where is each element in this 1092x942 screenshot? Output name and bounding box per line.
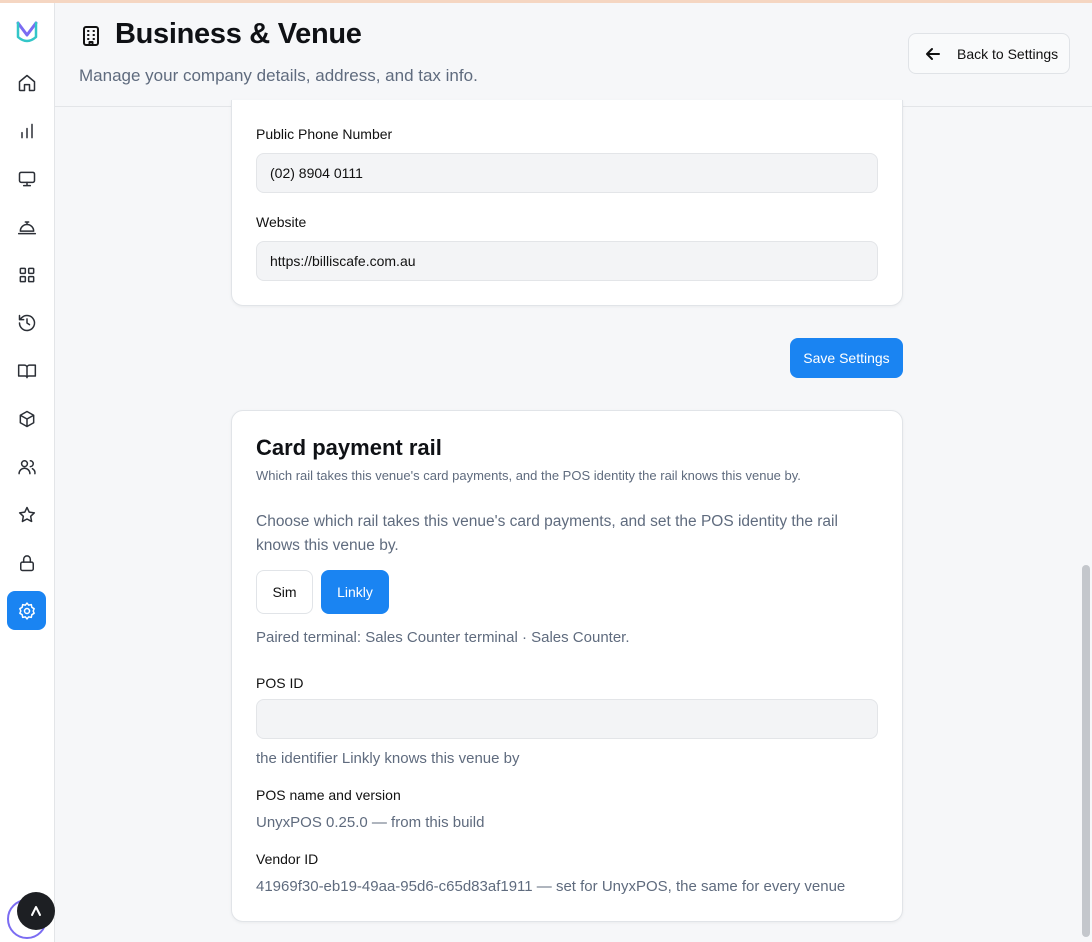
lock-icon — [19, 554, 34, 571]
box-icon — [19, 410, 34, 427]
monitor-icon — [18, 171, 35, 186]
sidebar-item-pos[interactable] — [7, 159, 46, 198]
page-subtitle: Manage your company details, address, an… — [79, 66, 478, 85]
rail-option-linkly[interactable]: Linkly — [321, 570, 389, 614]
sidebar-item-history[interactable] — [7, 303, 46, 342]
arrow-up-icon — [31, 906, 41, 916]
book-icon — [17, 363, 36, 378]
page-header: Business & Venue Manage your company det… — [55, 3, 1092, 107]
phone-input[interactable]: (02) 8904 0111 — [256, 153, 878, 193]
arrow-left-icon — [926, 47, 940, 60]
payment-rail-title: Card payment rail — [256, 435, 442, 460]
paired-terminal-text: Paired terminal: Sales Counter terminal … — [256, 629, 630, 646]
back-to-settings-button[interactable]: Back to Settings — [908, 33, 1070, 74]
app-logo-icon[interactable] — [14, 19, 40, 45]
pos-name-label: POS name and version — [256, 787, 401, 803]
save-settings-button[interactable]: Save Settings — [790, 338, 903, 378]
sidebar-item-inventory[interactable] — [7, 399, 46, 438]
payment-rail-description: Choose which rail takes this venue's car… — [256, 513, 838, 554]
sidebar-item-loyalty[interactable] — [7, 495, 46, 534]
sidebar-item-service[interactable] — [7, 207, 46, 246]
star-icon — [18, 506, 35, 522]
phone-label: Public Phone Number — [256, 126, 393, 142]
vendor-id-value: 41969f30-eb19-49aa-95d6-c65d83af1911 — s… — [256, 878, 846, 895]
building-icon — [80, 25, 102, 47]
contact-card: Public Phone Number (02) 8904 0111 Websi… — [231, 100, 903, 306]
history-icon — [18, 314, 35, 331]
website-label: Website — [256, 214, 307, 230]
service-bell-icon — [17, 220, 36, 234]
website-input[interactable]: https://billiscafe.com.au — [256, 241, 878, 281]
payment-rail-subtitle: Which rail takes this venue's card payme… — [256, 468, 801, 483]
gear-icon — [18, 601, 35, 620]
pos-id-input[interactable] — [256, 699, 878, 739]
vendor-id-label: Vendor ID — [256, 851, 319, 867]
sidebar-item-reports[interactable] — [7, 111, 46, 150]
sidebar — [0, 3, 55, 942]
pos-name-value: UnyxPOS 0.25.0 — from this build — [256, 814, 485, 831]
users-icon — [17, 459, 36, 474]
pos-id-help: the identifier Linkly knows this venue b… — [256, 750, 520, 767]
page-title: Business & Venue — [115, 18, 362, 50]
sidebar-item-home[interactable] — [7, 63, 46, 102]
pos-id-label: POS ID — [256, 675, 304, 691]
back-button-label: Back to Settings — [957, 45, 1059, 62]
payment-rail-card: Card payment rail Which rail takes this … — [231, 410, 903, 922]
sidebar-item-staff[interactable] — [7, 447, 46, 486]
scrollbar[interactable] — [1082, 565, 1090, 937]
assistant-fab-button[interactable] — [17, 892, 55, 930]
sidebar-item-settings[interactable] — [7, 591, 46, 630]
sidebar-item-security[interactable] — [7, 543, 46, 582]
rail-option-sim[interactable]: Sim — [256, 570, 313, 614]
sidebar-item-menu[interactable] — [7, 351, 46, 390]
bar-chart-icon — [20, 123, 33, 138]
home-icon — [18, 74, 35, 91]
grid-icon — [19, 267, 34, 282]
sidebar-item-dashboard[interactable] — [7, 255, 46, 294]
